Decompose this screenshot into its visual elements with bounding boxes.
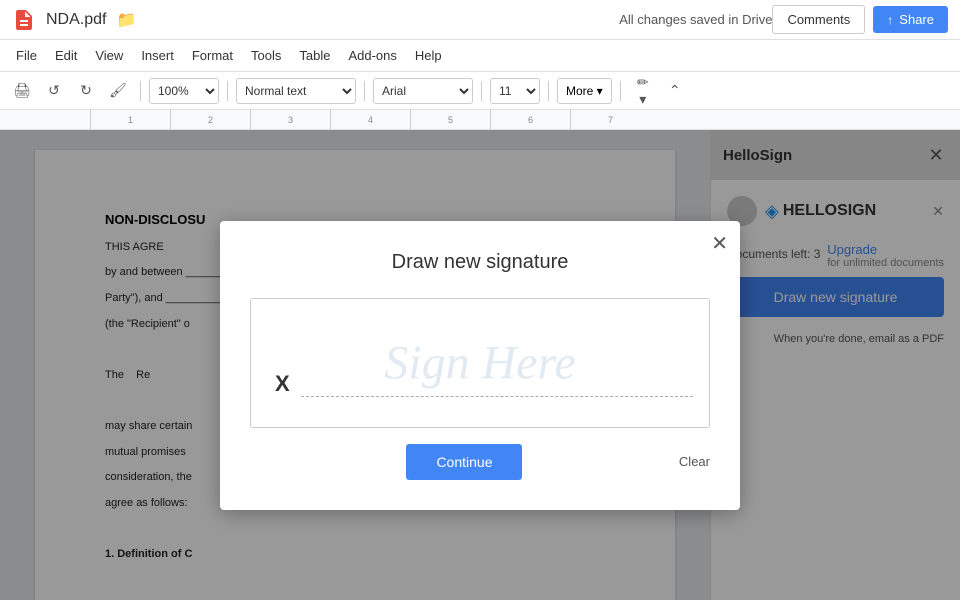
zoom-select[interactable]: 100% 75% 125%: [149, 78, 219, 104]
font-select[interactable]: Arial Times New Roman Verdana: [373, 78, 473, 104]
menu-addons[interactable]: Add-ons: [340, 44, 404, 67]
ruler-tick-4: 4: [330, 110, 410, 129]
clear-button[interactable]: Clear: [679, 454, 710, 469]
font-size-select[interactable]: 11 10 12 14: [490, 78, 540, 104]
menu-insert[interactable]: Insert: [133, 44, 182, 67]
collapse-toolbar-button[interactable]: ⌃: [661, 77, 689, 105]
menu-file[interactable]: File: [8, 44, 45, 67]
signature-placeholder: Sign Here: [384, 335, 576, 390]
redo-button[interactable]: ↻: [72, 77, 100, 105]
ruler-numbers: 1 2 3 4 5 6 7: [90, 110, 650, 129]
signature-canvas[interactable]: Sign Here X: [250, 298, 710, 428]
ruler-tick-1: 1: [90, 110, 170, 129]
menu-tools[interactable]: Tools: [243, 44, 289, 67]
doc-title: NDA.pdf: [46, 11, 106, 29]
share-label: Share: [899, 12, 934, 27]
modal-close-button[interactable]: ✕: [711, 231, 728, 256]
separator-3: [364, 81, 365, 101]
title-bar: NDA.pdf 📁 All changes saved in Drive Com…: [0, 0, 960, 40]
share-button[interactable]: ↑ Share: [873, 6, 948, 33]
menu-help[interactable]: Help: [407, 44, 450, 67]
toolbar: 🖨 ↺ ↻ 🖌 100% 75% 125% Normal text Headin…: [0, 72, 960, 110]
ruler-tick-7: 7: [570, 110, 650, 129]
share-icon: ↑: [887, 13, 893, 27]
undo-button[interactable]: ↺: [40, 77, 68, 105]
separator-2: [227, 81, 228, 101]
title-bar-right: Comments ↑ Share: [772, 5, 948, 34]
ruler-tick-2: 2: [170, 110, 250, 129]
ruler-tick-5: 5: [410, 110, 490, 129]
ruler: 1 2 3 4 5 6 7: [0, 110, 960, 130]
ruler-tick-3: 3: [250, 110, 330, 129]
ruler-tick-6: 6: [490, 110, 570, 129]
title-bar-left: NDA.pdf 📁: [12, 8, 619, 32]
format-paint-button[interactable]: 🖌: [104, 77, 132, 105]
folder-icon[interactable]: 📁: [116, 10, 136, 30]
separator-4: [481, 81, 482, 101]
menu-table[interactable]: Table: [291, 44, 338, 67]
draw-signature-modal: ✕ Draw new signature Sign Here X Continu…: [220, 221, 740, 510]
status-text: All changes saved in Drive: [619, 12, 772, 27]
continue-button[interactable]: Continue: [406, 444, 522, 480]
doc-icon: [12, 8, 36, 32]
print-button[interactable]: 🖨: [8, 77, 36, 105]
menu-bar: File Edit View Insert Format Tools Table…: [0, 40, 960, 72]
modal-title: Draw new signature: [250, 251, 710, 274]
modal-footer: Continue Clear: [250, 444, 710, 480]
menu-format[interactable]: Format: [184, 44, 241, 67]
modal-overlay[interactable]: ✕ Draw new signature Sign Here X Continu…: [0, 130, 960, 600]
edit-icon-button[interactable]: ✏ ▾: [629, 77, 657, 105]
signature-x-mark: X: [275, 371, 290, 397]
menu-edit[interactable]: Edit: [47, 44, 85, 67]
main-area: NON-DISCLOSU THIS AGRE by and between __…: [0, 130, 960, 600]
comments-button[interactable]: Comments: [772, 5, 865, 34]
menu-view[interactable]: View: [87, 44, 131, 67]
separator-6: [620, 81, 621, 101]
separator-1: [140, 81, 141, 101]
text-style-select[interactable]: Normal text Heading 1 Heading 2: [236, 78, 356, 104]
separator-5: [548, 81, 549, 101]
more-button[interactable]: More ▾: [557, 78, 612, 104]
signature-line: [301, 396, 693, 397]
